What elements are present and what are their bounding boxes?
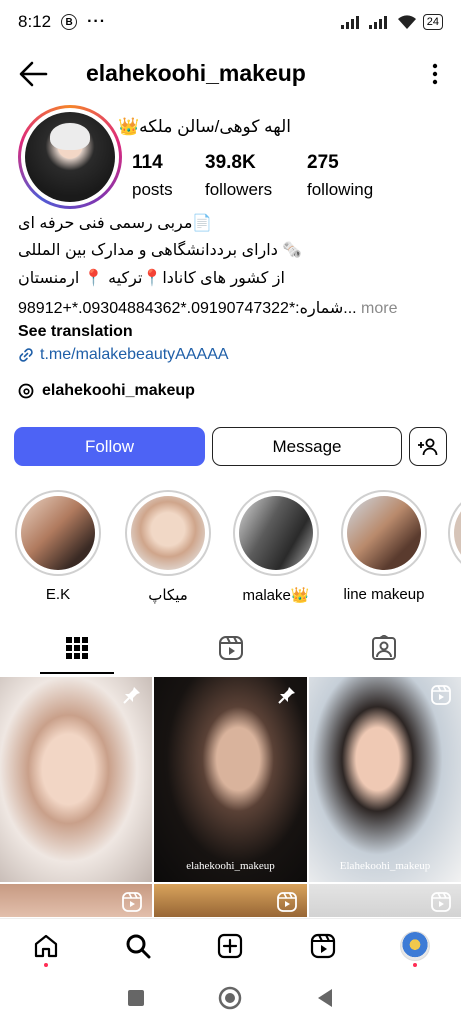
reel-icon xyxy=(431,685,451,705)
bio-line-1: 📄مربی رسمی فنی حرفه ای xyxy=(18,215,213,232)
posts-label: posts xyxy=(132,180,173,199)
bio-line-4-text: 98912+*.09304884362*.09190747322*:شماره.… xyxy=(18,300,357,317)
reels-icon xyxy=(218,636,243,660)
highlight-cover xyxy=(131,496,205,570)
reel-icon xyxy=(277,892,297,912)
followers-stat[interactable]: 39.8K followers xyxy=(205,152,272,200)
post-thumbnail[interactable] xyxy=(0,884,152,917)
highlight-label: E.K xyxy=(45,586,71,603)
back-arrow-icon[interactable] xyxy=(18,60,48,88)
threads-icon xyxy=(18,383,34,399)
notification-dot xyxy=(44,962,49,967)
add-person-icon xyxy=(418,438,438,455)
following-count: 275 xyxy=(307,152,339,173)
profile-tabs xyxy=(0,622,461,674)
profile-header: elahekoohi_makeup xyxy=(0,52,461,96)
reel-icon xyxy=(431,892,451,912)
post-thumbnail[interactable] xyxy=(154,884,307,917)
b-notification-icon: B xyxy=(61,14,78,30)
back-triangle-icon[interactable] xyxy=(316,988,334,1008)
bio-link[interactable]: t.me/malakebeautyAAAAA xyxy=(18,346,229,364)
nav-home[interactable] xyxy=(23,923,69,969)
profile-full-name: الهه کوهی/سالن ملکه👑 xyxy=(118,117,291,136)
bio-line-3: از کشور های کانادا📍ترکیه 📍 ارمنستان xyxy=(18,270,285,287)
home-circle-icon[interactable] xyxy=(218,986,242,1010)
suggested-users-button[interactable] xyxy=(409,427,447,466)
pinned-icon xyxy=(278,687,295,704)
highlight-cover xyxy=(239,496,313,570)
highlight-cover xyxy=(347,496,421,570)
tab-tagged[interactable] xyxy=(307,622,461,674)
posts-grid: elahekoohi_makeup Elahekoohi_makeup xyxy=(0,677,461,917)
threads-badge[interactable]: elahekoohi_makeup xyxy=(18,382,195,400)
more-notifications-icon: ··· xyxy=(87,13,107,30)
post-caption: Elahekoohi_makeup xyxy=(339,860,431,872)
pinned-icon xyxy=(123,687,140,704)
link-icon xyxy=(19,348,33,362)
reel-icon xyxy=(122,892,142,912)
follow-button[interactable]: Follow xyxy=(14,427,205,466)
story-highlight[interactable] xyxy=(448,490,461,576)
story-highlight[interactable]: line makeup xyxy=(340,490,428,603)
signal-icon-2 xyxy=(368,16,387,29)
tab-reels[interactable] xyxy=(154,622,308,674)
posts-count: 114 xyxy=(132,152,163,173)
story-highlight[interactable]: malake👑 xyxy=(232,490,320,604)
wifi-icon xyxy=(397,15,416,29)
reels-icon xyxy=(310,933,335,958)
battery-icon: 24 xyxy=(422,14,443,30)
followers-count: 39.8K xyxy=(205,152,256,173)
followers-label: followers xyxy=(205,180,273,199)
highlight-label: line makeup xyxy=(343,586,425,603)
bio-line-2: 🗞️ دارای برددانشگاهی و مدارک بین المللی xyxy=(18,242,303,259)
recents-square-icon[interactable] xyxy=(127,989,145,1007)
highlight-label: malake👑 xyxy=(242,587,310,604)
bio-more-link[interactable]: more xyxy=(357,300,397,317)
bio-line-4: 98912+*.09304884362*.09190747322*:شماره.… xyxy=(18,298,398,318)
following-label: following xyxy=(307,180,374,199)
profile-avatar[interactable] xyxy=(18,105,122,209)
following-stat[interactable]: 275 following xyxy=(307,152,373,200)
nav-profile[interactable] xyxy=(392,923,438,969)
tagged-person-icon xyxy=(372,635,397,660)
avatar-image xyxy=(25,112,115,202)
tab-posts-grid[interactable] xyxy=(0,622,154,674)
own-avatar xyxy=(399,930,430,961)
post-thumbnail[interactable]: Elahekoohi_makeup xyxy=(309,677,461,882)
post-thumbnail[interactable] xyxy=(0,677,152,882)
story-highlight[interactable]: E.K xyxy=(14,490,102,603)
highlight-cover xyxy=(454,496,461,570)
bio-link-text: t.me/malakebeautyAAAAA xyxy=(40,346,229,363)
post-thumbnail[interactable] xyxy=(309,884,461,917)
post-thumbnail[interactable]: elahekoohi_makeup xyxy=(154,677,307,882)
home-icon xyxy=(34,934,58,957)
more-options-icon[interactable] xyxy=(431,62,439,86)
notification-dot xyxy=(412,962,417,967)
search-icon xyxy=(126,934,151,958)
see-translation-link[interactable]: See translation xyxy=(18,323,133,341)
story-highlight[interactable]: میکاپ xyxy=(124,490,212,604)
signal-icon xyxy=(340,16,359,29)
message-button[interactable]: Message xyxy=(212,427,402,466)
nav-search[interactable] xyxy=(115,923,161,969)
status-bar: 8:12 B ··· 24 xyxy=(0,0,461,44)
status-time: 8:12 xyxy=(18,12,52,31)
highlight-label: میکاپ xyxy=(148,587,188,604)
add-post-icon xyxy=(218,933,243,958)
highlight-cover xyxy=(21,496,95,570)
posts-stat[interactable]: 114 posts xyxy=(132,152,173,200)
system-navigation-bar xyxy=(0,972,461,1024)
threads-handle: elahekoohi_makeup xyxy=(42,382,195,399)
post-caption: elahekoohi_makeup xyxy=(186,860,275,872)
page-title: elahekoohi_makeup xyxy=(86,60,306,86)
bottom-navigation xyxy=(0,918,461,972)
grid-icon xyxy=(65,637,88,659)
nav-reels[interactable] xyxy=(300,923,346,969)
nav-create[interactable] xyxy=(207,923,253,969)
